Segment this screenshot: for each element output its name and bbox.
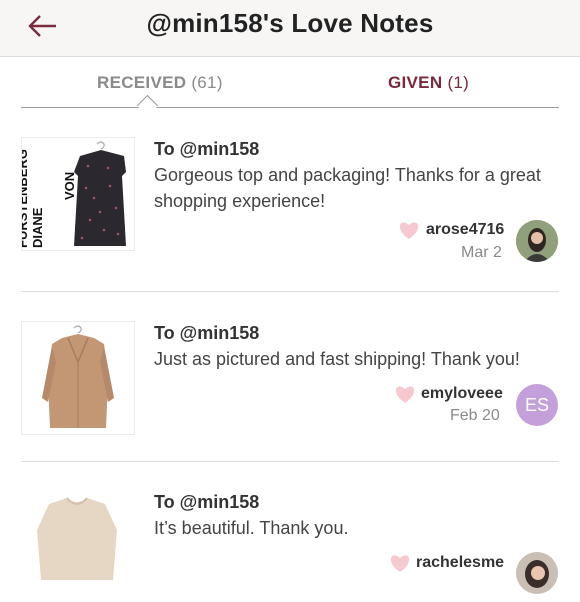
tab-received-count: (61) bbox=[191, 73, 223, 92]
note-date: Mar 2 bbox=[461, 244, 502, 261]
tab-received[interactable]: RECEIVED (61) bbox=[97, 73, 223, 93]
tab-received-label: RECEIVED bbox=[97, 73, 187, 92]
note-recipient: To @min158 bbox=[154, 323, 260, 343]
note-author[interactable]: arose4716 bbox=[426, 221, 504, 239]
brand-logo-line3: VON bbox=[62, 172, 77, 200]
divider bbox=[21, 461, 559, 462]
listing-thumbnail[interactable]: DIANE FURSTENBERG VON bbox=[21, 137, 135, 251]
tab-given-label: GIVEN bbox=[388, 73, 443, 92]
note-recipient: To @min158 bbox=[154, 492, 260, 512]
tab-underline bbox=[21, 107, 559, 108]
avatar[interactable]: ES bbox=[516, 384, 558, 426]
header-bar: @min158's Love Notes bbox=[0, 0, 580, 57]
page-title: @min158's Love Notes bbox=[146, 8, 434, 38]
note-author[interactable]: rachelesme bbox=[416, 554, 504, 572]
note-date: Feb 20 bbox=[450, 407, 500, 424]
tab-bar: RECEIVED (61) GIVEN (1) bbox=[0, 57, 580, 109]
note-recipient: To @min158 bbox=[154, 139, 260, 159]
listing-thumbnail[interactable] bbox=[21, 321, 135, 435]
note-message: Just as pictured and fast shipping! Than… bbox=[154, 349, 520, 369]
tab-given[interactable]: GIVEN (1) bbox=[388, 73, 469, 93]
tab-given-count: (1) bbox=[447, 73, 470, 92]
brand-logo-line1: DIANE bbox=[30, 207, 45, 248]
divider bbox=[21, 291, 559, 292]
listing-thumbnail[interactable] bbox=[21, 490, 133, 602]
note-message: It’s beautiful. Thank you. bbox=[154, 518, 349, 538]
avatar[interactable] bbox=[516, 552, 558, 594]
avatar[interactable] bbox=[516, 220, 558, 262]
heart-icon bbox=[394, 384, 416, 404]
heart-icon bbox=[389, 553, 411, 573]
note-author[interactable]: emyloveee bbox=[421, 385, 503, 403]
note-message: Gorgeous top and packaging! Thanks for a… bbox=[154, 165, 541, 211]
heart-icon bbox=[398, 220, 420, 240]
brand-logo-line2: FURSTENBERG bbox=[22, 149, 30, 248]
